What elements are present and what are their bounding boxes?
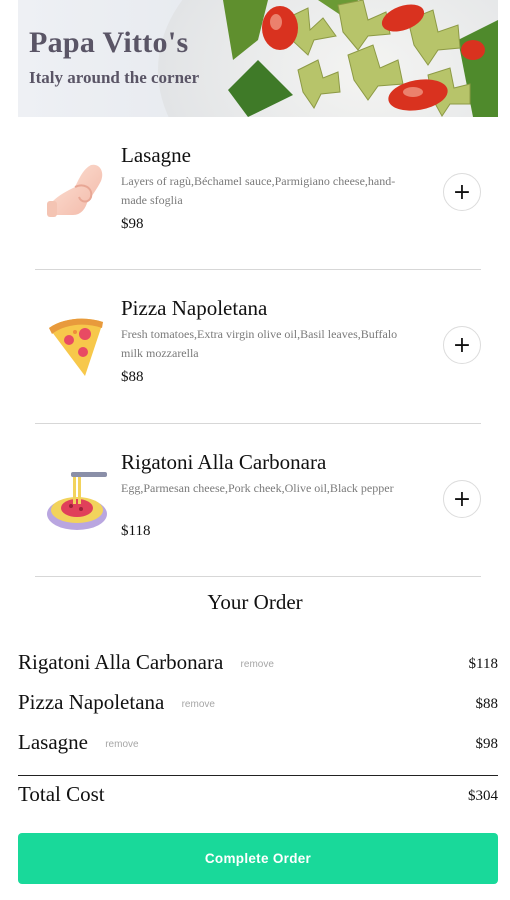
remove-link[interactable]: remove (241, 659, 274, 670)
remove-link[interactable]: remove (182, 699, 215, 710)
restaurant-title: Papa Vitto's (29, 26, 189, 59)
total-divider (18, 775, 498, 776)
add-to-order-button[interactable]: + (443, 480, 481, 518)
menu-item-price: $118 (121, 523, 151, 539)
order-item-name: Rigatoni Alla Carbonara (18, 650, 224, 674)
menu-item-description: Fresh tomatoes,Extra virgin olive oil,Ba… (121, 327, 398, 360)
menu-item-pizza-napoletana: Pizza Napoletana Fresh tomatoes,Extra vi… (35, 270, 481, 424)
order-title: Your Order (207, 590, 303, 614)
total-value: $304 (468, 788, 498, 804)
menu-item-lasagne: Lasagne Layers of ragù,Béchamel sauce,Pa… (35, 117, 481, 270)
restaurant-tagline: Italy around the corner (29, 68, 200, 87)
menu-item-price: $88 (121, 369, 144, 385)
hero-banner: Papa Vitto's Italy around the corner (18, 0, 498, 117)
menu-item-name: Pizza Napoletana (121, 296, 268, 320)
pinched-fingers-icon (47, 164, 103, 217)
complete-order-button[interactable]: Complete Order (18, 833, 498, 884)
order-item-price: $88 (475, 696, 499, 712)
order-row: Pizza Napoletana remove $88 (18, 690, 498, 730)
order-item-price: $98 (475, 736, 499, 752)
order-row: Lasagne remove $98 (18, 730, 498, 770)
order-item-name: Lasagne (18, 730, 88, 754)
total-label: Total Cost (18, 782, 105, 806)
menu-item-price: $98 (121, 216, 144, 232)
order-row: Rigatoni Alla Carbonara remove $118 (18, 650, 498, 690)
menu-item-rigatoni-carbonara: Rigatoni Alla Carbonara Egg,Parmesan che… (35, 424, 481, 577)
remove-link[interactable]: remove (105, 739, 138, 750)
add-to-order-button[interactable]: + (443, 326, 481, 364)
menu-item-name: Lasagne (121, 143, 191, 167)
menu-item-description: Layers of ragù,Béchamel sauce,Parmigiano… (121, 174, 396, 207)
spaghetti-plate-icon (47, 472, 107, 530)
order-list: Rigatoni Alla Carbonara remove $118 Pizz… (18, 650, 498, 770)
menu-item-name: Rigatoni Alla Carbonara (121, 450, 327, 474)
menu-list: Lasagne Layers of ragù,Béchamel sauce,Pa… (35, 117, 481, 577)
pizza-slice-icon (49, 318, 103, 376)
add-to-order-button[interactable]: + (443, 173, 481, 211)
order-item-name: Pizza Napoletana (18, 690, 165, 714)
menu-item-description: Egg,Parmesan cheese,Pork cheek,Olive oil… (121, 481, 394, 495)
order-item-price: $118 (468, 656, 498, 672)
